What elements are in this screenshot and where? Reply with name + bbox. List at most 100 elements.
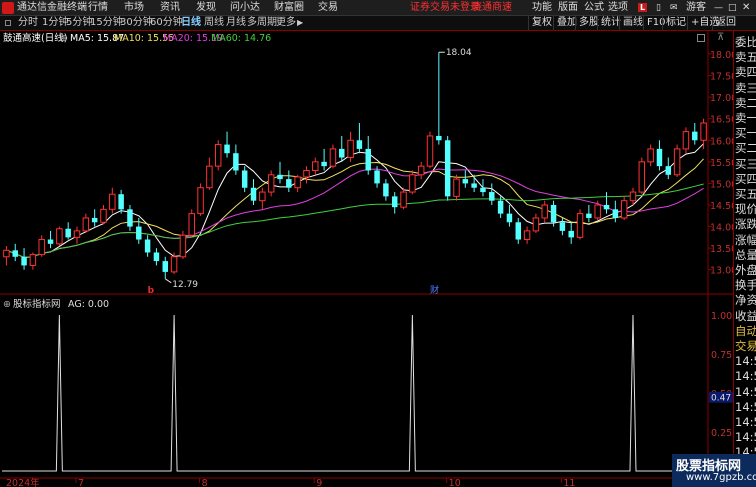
candle-body — [233, 153, 239, 171]
sub-axis-label: 0.75 — [711, 350, 732, 361]
back-button[interactable]: 返回 — [712, 16, 736, 30]
menu-gongshi[interactable]: 公式 — [584, 1, 604, 15]
candle-body — [594, 204, 601, 219]
candle-body — [224, 144, 230, 154]
tab-fenshi[interactable]: 分时 — [18, 16, 38, 30]
menu-gongneng[interactable]: 功能 — [532, 1, 552, 15]
sidebar-label: 收益 — [735, 308, 756, 323]
fuquan-button[interactable]: 复权 — [528, 16, 552, 30]
candle-body — [339, 148, 345, 158]
watermark-url: www.7gpzb.com — [686, 472, 756, 483]
candle-body — [515, 222, 521, 240]
sidebar-label: 14:5 — [735, 415, 756, 429]
sub-axis: 1.000.750.500.250.47 — [709, 311, 733, 439]
candle-body — [286, 179, 292, 188]
close-icon[interactable]: ✕ — [742, 1, 750, 15]
user-label[interactable]: 游客 — [686, 1, 706, 15]
sidebar-label: 买四 — [735, 171, 756, 186]
menu-xuanxiang[interactable]: 选项 — [608, 1, 628, 15]
sidebar-label: 自动 — [735, 323, 756, 338]
menu-jiaoyi[interactable]: 交易 — [318, 1, 338, 15]
high-price-label: 18.04 — [446, 48, 472, 58]
level2-icon[interactable]: L — [638, 3, 647, 12]
candle-body — [462, 179, 469, 184]
sidebar-label: 涨幅 — [735, 232, 756, 247]
candle-body — [47, 239, 54, 244]
minimize-icon[interactable]: — — [714, 1, 723, 15]
sidebar-label: 14:5 — [735, 369, 756, 384]
tab-5min[interactable]: 5分钟 — [66, 16, 92, 30]
candle-body — [356, 140, 363, 149]
candle-body — [497, 200, 504, 214]
candle-body — [374, 170, 380, 184]
menu-faxian[interactable]: 发现 — [196, 1, 216, 15]
candle-body — [170, 256, 178, 273]
candle-body — [91, 217, 98, 223]
sidebar-label: 14:5 — [735, 399, 756, 414]
price-label: 15.50 — [710, 158, 733, 169]
low-marker-line — [164, 278, 172, 284]
candle-body — [629, 191, 637, 202]
sidebar-label: 现价 — [735, 202, 756, 217]
more-arrow-icon[interactable]: ▶ — [297, 16, 303, 30]
kline-chart[interactable]: 18.0412.79b财 2024年789101112 18.0017.5017… — [0, 31, 733, 487]
sidebar-label: 14:5 — [735, 354, 756, 369]
stats-button[interactable]: 统计 — [597, 16, 621, 30]
tab-1min[interactable]: 1分钟 — [42, 16, 68, 30]
candle-body — [329, 148, 337, 167]
candle-body — [436, 135, 442, 141]
sub-settings-icon[interactable]: ⊕ — [3, 299, 11, 311]
draw-line-button[interactable]: 画线 — [619, 16, 643, 30]
tab-15min[interactable]: 15分钟 — [90, 16, 123, 30]
menu-wenxiaoda[interactable]: 问小达 — [230, 1, 260, 15]
menu-banmian[interactable]: 版面 — [558, 1, 578, 15]
date-label: 8 — [202, 478, 208, 487]
sidebar-label: 净资 — [735, 293, 756, 308]
candle-body — [241, 170, 248, 188]
indicator-name: 股标指标网 — [13, 299, 61, 310]
multi-stock-button[interactable]: 多股 — [575, 16, 599, 30]
candle-body — [523, 230, 531, 241]
toolbar-lock-icon[interactable] — [5, 20, 11, 26]
tab-multi-period[interactable]: 多周期 — [247, 16, 277, 30]
tab-monthly[interactable]: 月线 — [226, 16, 246, 30]
price-label: 18.00 — [710, 50, 733, 61]
maximize-icon[interactable]: □ — [728, 1, 737, 15]
candle-body — [638, 161, 646, 193]
mark-button[interactable]: 标记 — [662, 16, 686, 30]
tab-daily[interactable]: 日线 — [181, 16, 201, 30]
price-label: 17.00 — [710, 93, 733, 104]
candle-body — [383, 183, 389, 197]
trade-login-warning[interactable]: 证券交易未登录 — [410, 1, 480, 15]
candle-body — [303, 169, 310, 178]
candle-body — [603, 205, 610, 210]
date-label: 11 — [563, 478, 575, 487]
period-toolbar: 分时 1分钟 5分钟 15分钟 30分钟 60分钟 日线 周线 月线 多周期 更… — [0, 16, 756, 31]
tab-weekly[interactable]: 周线 — [204, 16, 224, 30]
menu-zixun[interactable]: 资讯 — [160, 1, 180, 15]
ag-line — [2, 314, 708, 472]
price-label: 16.00 — [710, 136, 733, 147]
candle-body — [426, 135, 434, 167]
menu-hangqing[interactable]: 行情 — [88, 1, 108, 15]
overlay-button[interactable]: 叠加 — [553, 16, 577, 30]
message-icon[interactable]: ✉ — [670, 1, 678, 15]
tab-60min[interactable]: 60分钟 — [150, 16, 183, 30]
quick-trade-link[interactable]: 晓通商速 — [472, 1, 512, 15]
candle-body — [109, 193, 116, 210]
candle-body — [692, 131, 698, 141]
candle-body — [673, 148, 681, 176]
candle-body — [400, 191, 407, 208]
tab-more[interactable]: 更多 — [276, 16, 296, 30]
menu-shichang[interactable]: 市场 — [124, 1, 144, 15]
candle-body — [197, 187, 204, 215]
menu-caifuquan[interactable]: 财富圈 — [274, 1, 304, 15]
candle-body — [700, 122, 707, 141]
event-marker: 财 — [430, 284, 439, 296]
app-title: 通达信金融终端 — [17, 2, 87, 13]
date-label: 2024年 — [6, 477, 40, 487]
tab-30min[interactable]: 30分钟 — [120, 16, 153, 30]
price-label: 16.50 — [710, 115, 733, 126]
phone-icon[interactable]: ▯ — [656, 1, 661, 15]
candle-body — [277, 174, 283, 180]
